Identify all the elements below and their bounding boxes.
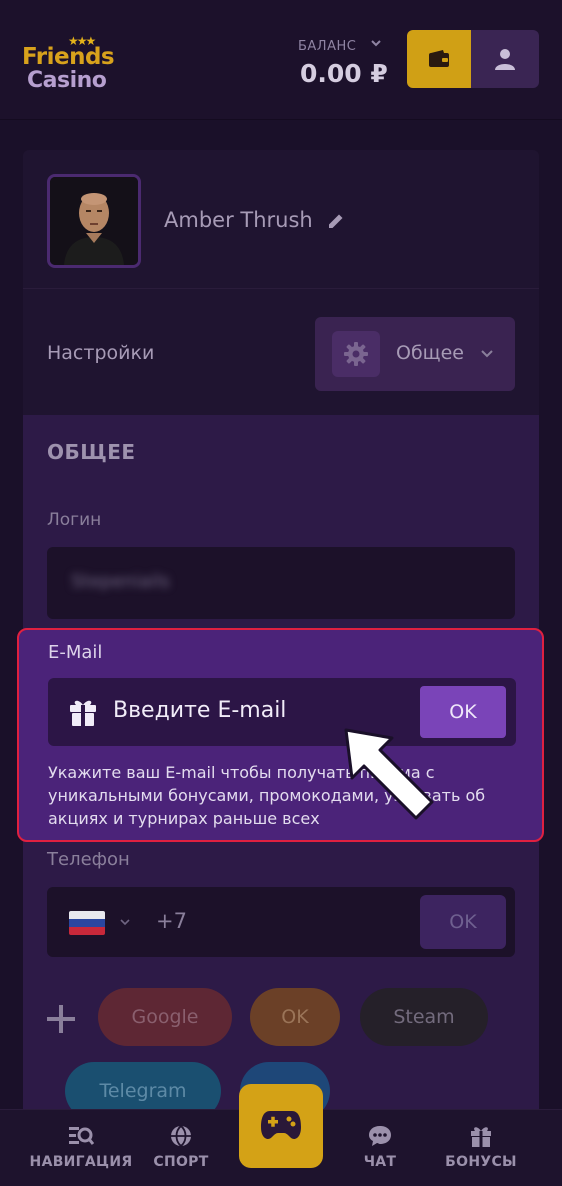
- login-field[interactable]: Stepeniails: [47, 547, 515, 619]
- phone-label: Телефон: [47, 849, 130, 870]
- gift-icon: [471, 1127, 491, 1147]
- username: Amber Thrush: [164, 208, 313, 232]
- nav-label: ЧАТ: [363, 1154, 397, 1170]
- logo-text-casino: Casino: [27, 68, 107, 93]
- email-label: E-Mail: [48, 642, 103, 663]
- nav-bonuses[interactable]: БОНУСЫ: [444, 1110, 518, 1186]
- wallet-icon: [429, 50, 449, 67]
- ok-social-button[interactable]: OK: [250, 988, 340, 1046]
- avatar[interactable]: [47, 174, 141, 268]
- chevron-down-icon[interactable]: [369, 36, 383, 50]
- nav-sport[interactable]: СПОРТ: [150, 1110, 212, 1186]
- profile-card: Amber Thrush Настройки Общее: [23, 150, 539, 415]
- email-field[interactable]: Введите E-mail OK: [48, 678, 516, 746]
- avatar-image: [50, 177, 138, 265]
- google-button[interactable]: Google: [98, 988, 232, 1046]
- nav-label: НАВИГАЦИЯ: [29, 1154, 133, 1170]
- profile-button[interactable]: [471, 30, 539, 88]
- settings-label: Настройки: [47, 342, 155, 364]
- gamepad-icon: [261, 1111, 301, 1139]
- user-icon: [495, 49, 515, 70]
- nav-chat[interactable]: ЧАТ: [355, 1110, 405, 1186]
- ball-icon: [171, 1125, 191, 1147]
- section-title: ОБЩЕЕ: [47, 440, 136, 464]
- phone-code: +7: [156, 909, 187, 933]
- chat-icon: [369, 1126, 391, 1146]
- nav-label: БОНУСЫ: [445, 1154, 517, 1170]
- settings-selected-value: Общее: [396, 342, 464, 364]
- login-value: Stepeniails: [71, 571, 170, 592]
- email-highlight-box: E-Mail Введите E-mail OK Укажите ваш E-m…: [17, 628, 544, 842]
- gear-icon-box: [332, 331, 380, 377]
- phone-field[interactable]: +7 OK: [47, 887, 515, 957]
- russia-flag-icon[interactable]: [69, 911, 105, 935]
- search-list-icon: [69, 1127, 94, 1145]
- chevron-down-icon[interactable]: [119, 916, 131, 928]
- email-placeholder: Введите E-mail: [113, 698, 287, 723]
- login-label: Логин: [47, 510, 102, 530]
- plus-icon[interactable]: [45, 1003, 77, 1035]
- steam-button[interactable]: Steam: [360, 988, 488, 1046]
- gift-icon: [70, 700, 96, 726]
- balance-value: 0.00 ₽: [300, 59, 388, 88]
- gear-icon: [344, 342, 368, 366]
- pointer-arrow-icon: [344, 728, 434, 820]
- logo-text-friends: Friends: [22, 44, 115, 70]
- nav-navigation[interactable]: НАВИГАЦИЯ: [28, 1110, 134, 1186]
- top-header: ★★★ Friends Casino БАЛАНС 0.00 ₽: [0, 0, 562, 120]
- email-hint-text: Укажите ваш E-mail чтобы получать письма…: [48, 763, 486, 828]
- chevron-down-icon: [481, 350, 493, 358]
- pencil-icon[interactable]: [327, 212, 345, 230]
- wallet-button[interactable]: [407, 30, 471, 88]
- casino-logo[interactable]: ★★★ Friends Casino: [22, 34, 122, 94]
- settings-dropdown[interactable]: Общее: [315, 317, 515, 391]
- nav-label: СПОРТ: [153, 1154, 209, 1170]
- phone-ok-button[interactable]: OK: [420, 895, 506, 949]
- games-button[interactable]: [239, 1084, 323, 1168]
- balance-label[interactable]: БАЛАНС: [298, 39, 356, 54]
- divider: [23, 288, 539, 289]
